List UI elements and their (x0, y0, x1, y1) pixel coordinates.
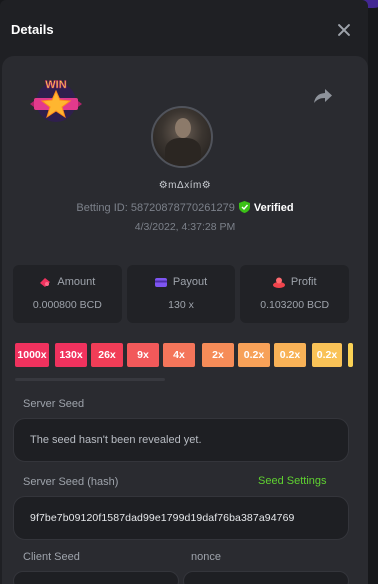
stat-amount: Amount 0.000800 BCD (13, 265, 122, 323)
modal-header: Details (0, 0, 368, 60)
win-badge-text: WIN (45, 79, 66, 91)
client-seed-field[interactable] (13, 571, 179, 584)
multiplier-tile: 0.2x (238, 343, 270, 367)
client-seed-label: Client Seed (23, 551, 80, 563)
seed-settings-link[interactable]: Seed Settings (258, 475, 327, 487)
bet-details-panel: WIN ⚙mΔxím⚙ Betting ID: 5872087877026127… (2, 56, 368, 584)
multiplier-tile: 4x (163, 343, 195, 367)
profit-icon (272, 277, 285, 288)
username[interactable]: ⚙mΔxím⚙ (2, 180, 368, 191)
server-seed-hash-field[interactable]: 9f7be7b09120f1587dad99e1799d19daf76ba387… (13, 496, 349, 540)
server-seed-label: Server Seed (23, 398, 85, 410)
close-icon[interactable] (337, 23, 351, 37)
nonce-field[interactable] (183, 571, 349, 584)
win-badge-icon: WIN (30, 79, 82, 122)
details-modal: Details WIN ⚙mΔxím⚙ Betting ID: 58720878… (0, 0, 368, 584)
multiplier-tile: 130x (55, 343, 87, 367)
bet-date: 4/3/2022, 4:37:28 PM (134, 221, 236, 233)
multiplier-tile-partial (348, 343, 353, 367)
verified-label: Verified (253, 202, 294, 214)
avatar[interactable] (151, 106, 213, 168)
betting-id-label: Betting ID: (76, 202, 128, 214)
stat-payout: Payout 130 x (126, 265, 236, 323)
share-icon[interactable] (312, 86, 334, 106)
multiplier-tile: 1000x (15, 343, 49, 367)
stat-payout-label: Payout (172, 276, 208, 288)
amount-icon (40, 277, 51, 287)
multiplier-tile: 0.2x (274, 343, 306, 367)
stat-profit: Profit 0.103200 BCD (240, 265, 350, 323)
payout-icon (154, 277, 167, 287)
server-seed-field[interactable]: The seed hasn't been revealed yet. (13, 418, 349, 462)
betting-id-value: 58720878770261279 (130, 202, 235, 214)
stat-amount-value: 0.000800 BCD (32, 299, 102, 311)
multiplier-tile: 9x (127, 343, 159, 367)
stat-amount-label: Amount (57, 276, 96, 288)
multiplier-strip[interactable]: 1000x 130x 26x 9x 4x 2x 0.2x 0.2x 0.2x (15, 343, 353, 369)
multiplier-tile: 0.2x (312, 343, 342, 367)
multiplier-tile: 2x (202, 343, 234, 367)
stat-profit-value: 0.103200 BCD (260, 299, 330, 311)
modal-title: Details (11, 22, 54, 37)
stat-profit-label: Profit (290, 276, 317, 288)
stat-payout-value: 130 x (168, 299, 194, 311)
betting-id-line: Betting ID: 58720878770261279 Verified (2, 201, 368, 214)
multiplier-tile: 26x (91, 343, 123, 367)
multiplier-scrollbar[interactable] (15, 378, 165, 381)
verified-shield-icon (238, 201, 250, 213)
server-seed-hash-label: Server Seed (hash) (23, 476, 119, 488)
stats-row: Amount 0.000800 BCD Payout 130 x Profit … (13, 265, 350, 323)
nonce-label: nonce (191, 551, 221, 563)
